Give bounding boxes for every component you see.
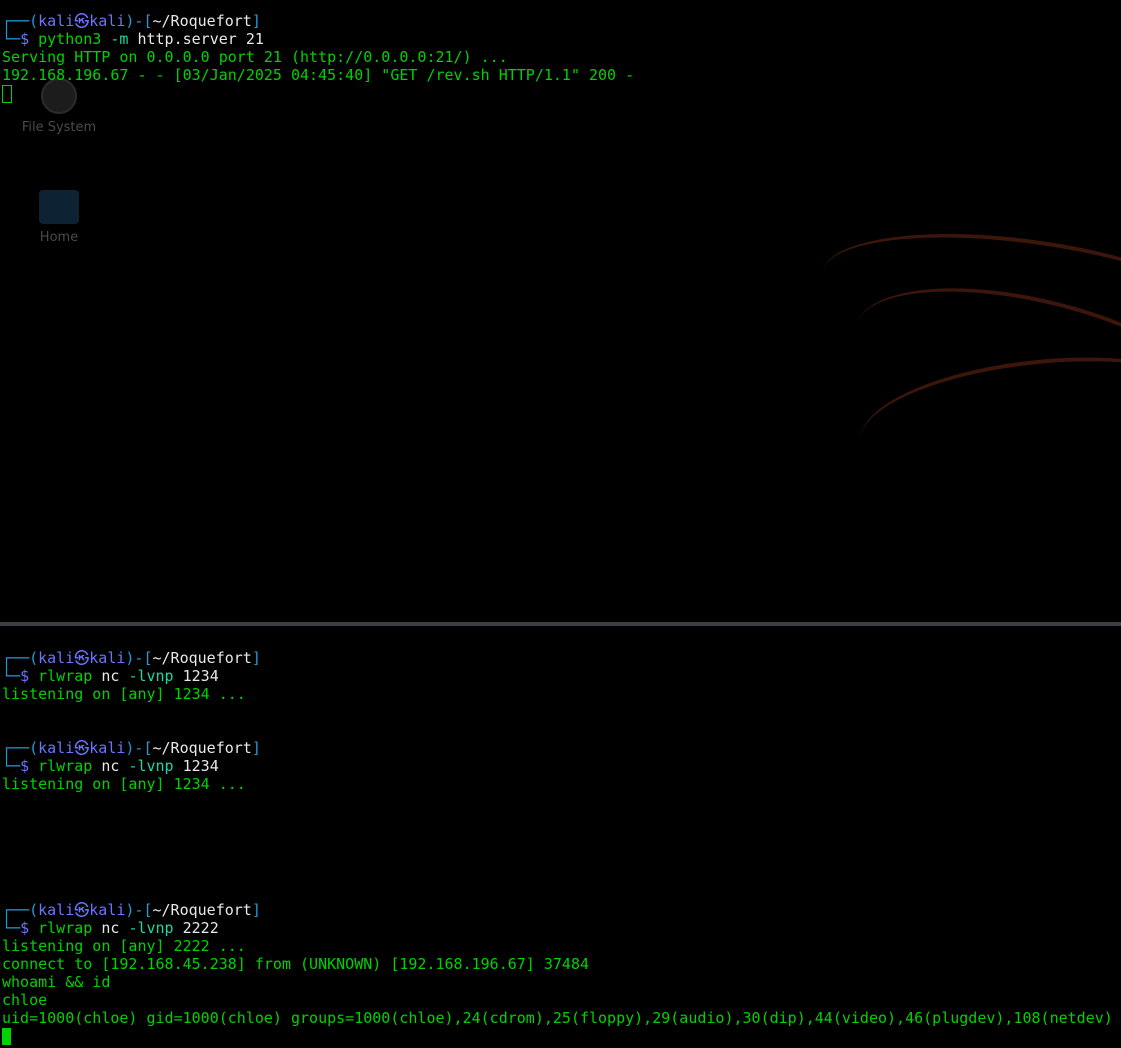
cursor-line[interactable] xyxy=(0,1027,1121,1045)
cursor-line[interactable] xyxy=(0,84,1121,103)
command-line: └─$ rlwrap nc -lvnp 2222 xyxy=(2,919,219,937)
prompt-header: ┌──(kali㉿kali)-[~/Roquefort] xyxy=(2,901,261,919)
output-line: listening on [any] 1234 ... xyxy=(2,775,246,793)
terminal-pane-top[interactable]: ┌──(kali㉿kali)-[~/Roquefort] └─$ python3… xyxy=(0,12,1121,622)
prompt-header: ┌──(kali㉿kali)-[~/Roquefort] xyxy=(2,739,261,757)
prompt-header: ┌──(kali㉿kali)-[~/Roquefort] xyxy=(2,649,261,667)
output-line: whoami && id xyxy=(2,973,111,991)
terminal-cursor xyxy=(2,1028,11,1045)
output-line: uid=1000(chloe) gid=1000(chloe) groups=1… xyxy=(2,1009,1113,1027)
output-line: listening on [any] 2222 ... xyxy=(2,937,246,955)
command-line: └─$ rlwrap nc -lvnp 1234 xyxy=(2,667,219,685)
pane-divider[interactable] xyxy=(0,622,1121,626)
output-line: 192.168.196.67 - - [03/Jan/2025 04:45:40… xyxy=(2,66,635,84)
command-line: └─$ python3 -m http.server 21 xyxy=(2,30,264,48)
terminal-cursor xyxy=(2,84,12,103)
output-line: chloe xyxy=(2,991,48,1009)
command-line: └─$ rlwrap nc -lvnp 1234 xyxy=(2,757,219,775)
output-line: Serving HTTP on 0.0.0.0 port 21 (http://… xyxy=(2,48,508,66)
terminal-pane-bottom[interactable]: ┌──(kali㉿kali)-[~/Roquefort] └─$ rlwrap … xyxy=(0,649,1121,1048)
output-line: listening on [any] 1234 ... xyxy=(2,685,246,703)
prompt-header: ┌──(kali㉿kali)-[~/Roquefort] xyxy=(2,12,261,30)
output-line: connect to [192.168.45.238] from (UNKNOW… xyxy=(2,955,589,973)
